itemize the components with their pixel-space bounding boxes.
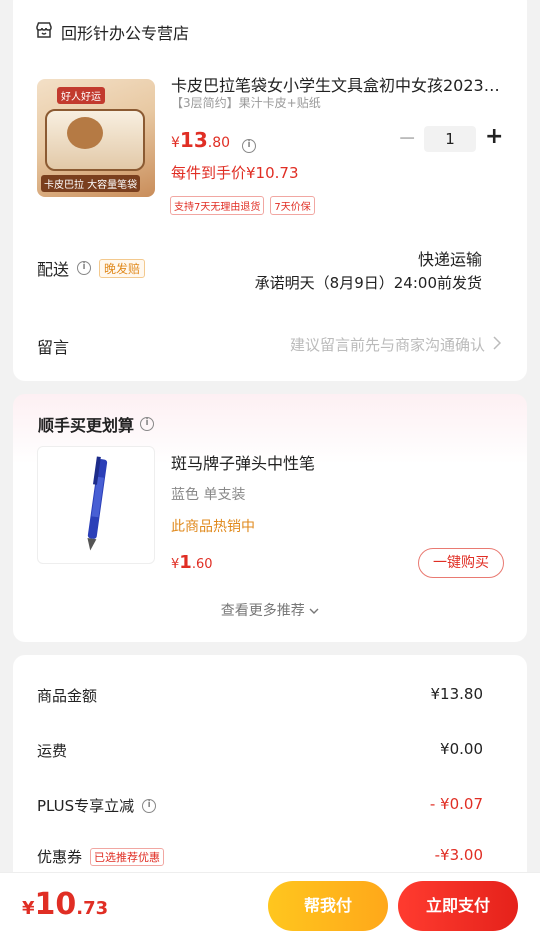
capybara-graphic xyxy=(67,117,103,149)
message-input[interactable]: 建议留言前先与商家沟通确认 xyxy=(289,334,502,355)
pen-image[interactable] xyxy=(37,446,155,564)
delivery-label: 配送 xyxy=(37,260,70,279)
plus-discount-value: - ¥0.07 xyxy=(429,795,483,813)
price-decimal: .60 xyxy=(191,557,213,572)
coupon-row[interactable]: 优惠券 已选推荐优惠 xyxy=(37,846,165,867)
pen-graphic xyxy=(87,456,108,551)
price-protect-badge: 7天价保 xyxy=(270,196,315,215)
pen-name[interactable]: 斑马牌子弹头中性笔 xyxy=(171,450,315,474)
shipping-fee-label: 运费 xyxy=(37,742,68,760)
recommend-card: 顺手买更划算 i 斑马牌子弹头中性笔 蓝色 单支装 此商品热销中 ¥ 1 .60… xyxy=(13,394,527,642)
late-comp-badge: 晚发赔 xyxy=(99,258,146,278)
quantity-input[interactable]: 1 xyxy=(424,126,476,152)
message-label: 留言 xyxy=(37,338,70,357)
recommend-title-text: 顺手买更划算 xyxy=(38,416,135,435)
price-decimal: .80 xyxy=(207,135,231,151)
goods-amount-value: ¥13.80 xyxy=(430,685,484,703)
pen-variant: 蓝色 单支装 xyxy=(171,487,246,503)
image-tag-1: 好人好运 xyxy=(57,87,105,104)
total-price: ¥ 10 .73 xyxy=(22,887,108,922)
price-decimal: .73 xyxy=(76,898,109,919)
service-badges: 支持7天无理由退货 7天价保 xyxy=(170,196,315,215)
coupon-selected-badge: 已选推荐优惠 xyxy=(90,847,165,866)
pen-price: ¥ 1 .60 xyxy=(171,552,213,573)
info-icon[interactable]: i xyxy=(140,417,155,431)
recommend-title: 顺手买更划算 i xyxy=(38,412,155,436)
more-recommend-label: 查看更多推荐 xyxy=(220,603,305,619)
shipping-fee-value: ¥0.00 xyxy=(440,740,483,758)
more-recommend-link[interactable]: 查看更多推荐 xyxy=(13,600,527,620)
info-icon[interactable]: i xyxy=(242,139,257,153)
price-integer: 1 xyxy=(179,552,192,573)
info-icon[interactable]: i xyxy=(142,798,157,813)
quantity-increase-button[interactable]: + xyxy=(485,124,503,149)
coupon-value[interactable]: -¥3.00 xyxy=(435,846,483,864)
quantity-decrease-button[interactable]: − xyxy=(398,126,416,151)
chevron-right-icon xyxy=(493,335,502,354)
pen-hot-label: 此商品热销中 xyxy=(171,519,255,535)
product-price: ¥ 13 .80 i xyxy=(171,128,257,153)
pay-now-button[interactable]: 立即支付 xyxy=(398,881,518,931)
product-sku[interactable]: 【3层简约】果汁卡皮+贴纸 xyxy=(171,94,321,111)
product-image[interactable]: 好人好运 卡皮巴拉 大容量笔袋 xyxy=(37,79,155,197)
delivery-row: 配送 i 晚发赔 xyxy=(37,256,146,280)
shop-header[interactable]: 回形针办公专营店 xyxy=(35,20,189,44)
goods-amount-label: 商品金额 xyxy=(37,687,98,705)
product-title[interactable]: 卡皮巴拉笔袋女小学生文具盒初中女孩2023新款大容量高颜值铅笔盒 xyxy=(171,72,505,96)
plus-discount-row: PLUS专享立减 i xyxy=(37,795,157,816)
shop-name: 回形针办公专营店 xyxy=(61,24,190,43)
price-integer: 10 xyxy=(34,887,77,922)
price-symbol: ¥ xyxy=(171,135,180,151)
help-pay-button[interactable]: 帮我付 xyxy=(268,881,388,931)
image-tag-2: 卡皮巴拉 大容量笔袋 xyxy=(41,175,141,192)
price-symbol: ¥ xyxy=(22,898,35,919)
chevron-down-icon xyxy=(309,603,319,619)
one-click-buy-button[interactable]: 一键购买 xyxy=(418,548,504,578)
coupon-label: 优惠券 xyxy=(37,848,83,866)
store-icon xyxy=(35,21,53,43)
price-symbol: ¥ xyxy=(171,557,180,572)
shipping-promise: 承诺明天（8月9日）24:00前发货 xyxy=(254,274,482,292)
return-badge: 支持7天无理由退货 xyxy=(170,196,265,215)
shipping-method: 快递运输 xyxy=(417,250,482,269)
message-placeholder: 建议留言前先与商家沟通确认 xyxy=(289,336,485,354)
order-card: 回形针办公专营店 好人好运 卡皮巴拉 大容量笔袋 卡皮巴拉笔袋女小学生文具盒初中… xyxy=(13,0,527,381)
info-icon[interactable]: i xyxy=(77,261,92,275)
price-integer: 13 xyxy=(179,128,208,152)
each-price: 每件到手价¥10.73 xyxy=(171,164,299,182)
checkout-bar: ¥ 10 .73 帮我付 立即支付 xyxy=(0,872,540,938)
plus-discount-label: PLUS专享立减 xyxy=(37,797,135,815)
